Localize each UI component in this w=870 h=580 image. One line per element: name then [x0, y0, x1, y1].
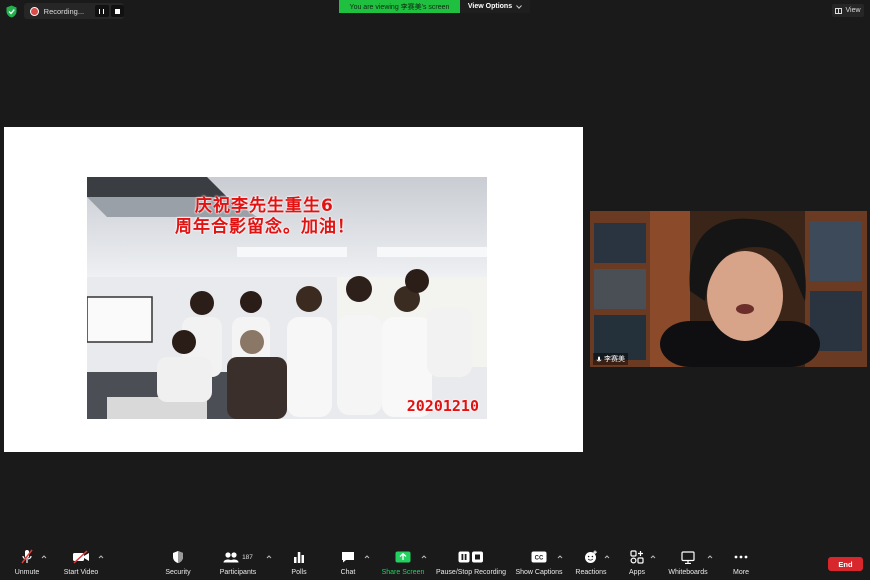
pause-stop-recording-icon [458, 551, 483, 563]
reactions-caret-icon[interactable] [604, 554, 610, 560]
more-dots-icon [734, 555, 748, 559]
shield-icon [173, 551, 183, 563]
audio-options-caret-icon[interactable] [41, 554, 47, 560]
captions-caret-icon[interactable] [557, 554, 563, 560]
stop-icon [114, 8, 120, 14]
unmute-label: Unmute [14, 569, 40, 576]
reactions-button[interactable]: Reactions [572, 548, 610, 580]
photo-date-stamp: 20201210 [406, 397, 479, 415]
chat-label: Chat [340, 569, 356, 576]
more-label: More [733, 569, 749, 576]
smiley-plus-icon [585, 550, 597, 563]
share-screen-caret-icon[interactable] [421, 554, 427, 560]
closed-captions-icon: CC [531, 551, 547, 563]
whiteboards-caret-icon[interactable] [707, 554, 713, 560]
polls-button[interactable]: Polls [286, 548, 312, 580]
shield-check-icon[interactable] [6, 5, 17, 18]
participant-count: 187 [242, 553, 253, 561]
share-screen-label: Share Screen [381, 569, 425, 576]
whiteboards-button[interactable]: Whiteboards [664, 548, 712, 580]
recording-label: Recording... [43, 6, 85, 16]
meeting-top-bar: Recording... You are viewing 李赛美's scree… [0, 0, 870, 22]
participant-name-label: 李赛美 [593, 353, 628, 365]
more-button[interactable]: More [728, 548, 754, 580]
pause-icon [99, 8, 105, 14]
security-button[interactable]: Security [160, 548, 196, 580]
participant-name: 李赛美 [604, 356, 625, 363]
participant-video-tile[interactable]: 李赛美 [590, 211, 867, 367]
chat-bubble-icon [342, 552, 354, 563]
whiteboards-label: Whiteboards [668, 569, 708, 576]
recording-dot-icon [30, 6, 39, 16]
apps-caret-icon[interactable] [650, 554, 656, 560]
participant-video-image [590, 211, 867, 367]
end-meeting-button[interactable]: End [828, 557, 863, 571]
unmute-button[interactable]: Unmute [10, 548, 44, 580]
viewing-screen-banner: You are viewing 李赛美's screen [339, 0, 460, 13]
group-photo: 庆祝李先生重生6 周年合影留念。加油！ 20201210 [87, 177, 487, 419]
video-options-caret-icon[interactable] [98, 554, 104, 560]
pause-stop-recording-label: Pause/Stop Recording [435, 569, 507, 576]
show-captions-label: Show Captions [515, 569, 563, 576]
pause-stop-recording-button[interactable]: Pause/Stop Recording [434, 548, 508, 580]
view-layout-button[interactable]: View [832, 4, 864, 17]
participants-caret-icon[interactable] [266, 554, 272, 560]
start-video-label: Start Video [63, 569, 99, 576]
grid-view-icon [835, 7, 843, 14]
show-captions-button[interactable]: CC Show Captions [514, 548, 564, 580]
photo-caption-line2: 周年合影留念。加油！ [175, 217, 355, 237]
shared-screen-slide: 庆祝李先生重生6 周年合影留念。加油！ 20201210 [4, 127, 583, 452]
view-options-label: View Options [467, 3, 513, 10]
apps-icon [630, 550, 644, 564]
svg-text:CC: CC [535, 556, 544, 562]
polls-label: Polls [291, 569, 307, 576]
chevron-down-icon [516, 4, 522, 9]
share-screen-icon [395, 551, 411, 563]
chat-caret-icon[interactable] [364, 554, 370, 560]
security-label: Security [165, 569, 191, 576]
stop-recording-button[interactable] [110, 5, 124, 17]
chat-button[interactable]: Chat [334, 548, 362, 580]
pause-recording-button[interactable] [95, 5, 109, 17]
participants-icon [223, 552, 239, 563]
apps-label: Apps [629, 569, 645, 576]
recording-indicator: Recording... [24, 3, 124, 19]
mic-icon [596, 356, 602, 361]
reactions-label: Reactions [575, 569, 607, 576]
start-video-button[interactable]: Start Video [58, 548, 104, 580]
participants-label: Participants [219, 569, 257, 576]
microphone-muted-icon [21, 549, 33, 564]
share-screen-button[interactable]: Share Screen [380, 548, 426, 580]
bar-chart-icon [294, 552, 304, 563]
view-options-button[interactable]: View Options [460, 0, 530, 13]
view-label: View [845, 7, 861, 14]
apps-button[interactable]: Apps [624, 548, 650, 580]
whiteboard-icon [681, 550, 695, 564]
participants-button[interactable]: 187 Participants [214, 548, 262, 580]
meeting-controls-toolbar: Unmute Start Video Security 187 Particip… [0, 546, 870, 580]
video-camera-off-icon [73, 550, 89, 564]
